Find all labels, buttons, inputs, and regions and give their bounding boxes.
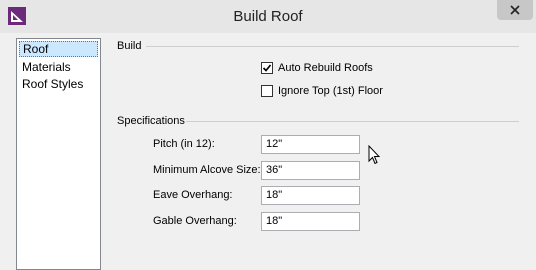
mouse-cursor-icon	[368, 145, 380, 165]
sidebar-item-materials[interactable]: Materials	[19, 59, 98, 75]
checkmark-icon	[262, 64, 272, 72]
pitch-input[interactable]: 12"	[261, 135, 360, 154]
eave-overhang-label: Eave Overhang:	[153, 189, 233, 201]
minimum-alcove-size-input[interactable]: 36"	[261, 161, 360, 180]
gable-overhang-input[interactable]: 18"	[261, 212, 360, 231]
specifications-heading: Specifications	[117, 115, 185, 127]
title-bar: Build Roof	[0, 0, 536, 33]
sidebar-item-label: Roof	[23, 42, 49, 56]
minimum-alcove-size-label: Minimum Alcove Size:	[153, 164, 261, 176]
close-icon	[510, 5, 520, 15]
sidebar-item-label: Materials	[22, 60, 71, 74]
sidebar-item-roof[interactable]: Roof	[19, 41, 98, 57]
build-divider	[146, 46, 519, 47]
specifications-divider	[186, 121, 519, 122]
build-heading: Build	[117, 40, 142, 52]
gable-overhang-label: Gable Overhang:	[153, 215, 237, 227]
ignore-top-floor-checkbox[interactable]: Ignore Top (1st) Floor	[261, 83, 383, 99]
category-list: Roof Materials Roof Styles	[16, 38, 101, 270]
pitch-label: Pitch (in 12):	[153, 138, 215, 150]
eave-overhang-input[interactable]: 18"	[261, 186, 360, 205]
checkbox-box[interactable]	[261, 62, 273, 74]
ignore-top-floor-label: Ignore Top (1st) Floor	[278, 85, 383, 97]
window-title: Build Roof	[233, 8, 303, 25]
sidebar-item-label: Roof Styles	[22, 77, 84, 91]
sidebar-item-roof-styles[interactable]: Roof Styles	[19, 76, 98, 92]
auto-rebuild-roofs-checkbox[interactable]: Auto Rebuild Roofs	[261, 60, 373, 76]
auto-rebuild-roofs-label: Auto Rebuild Roofs	[278, 62, 373, 74]
checkbox-box[interactable]	[261, 85, 273, 97]
close-button[interactable]	[497, 0, 533, 20]
